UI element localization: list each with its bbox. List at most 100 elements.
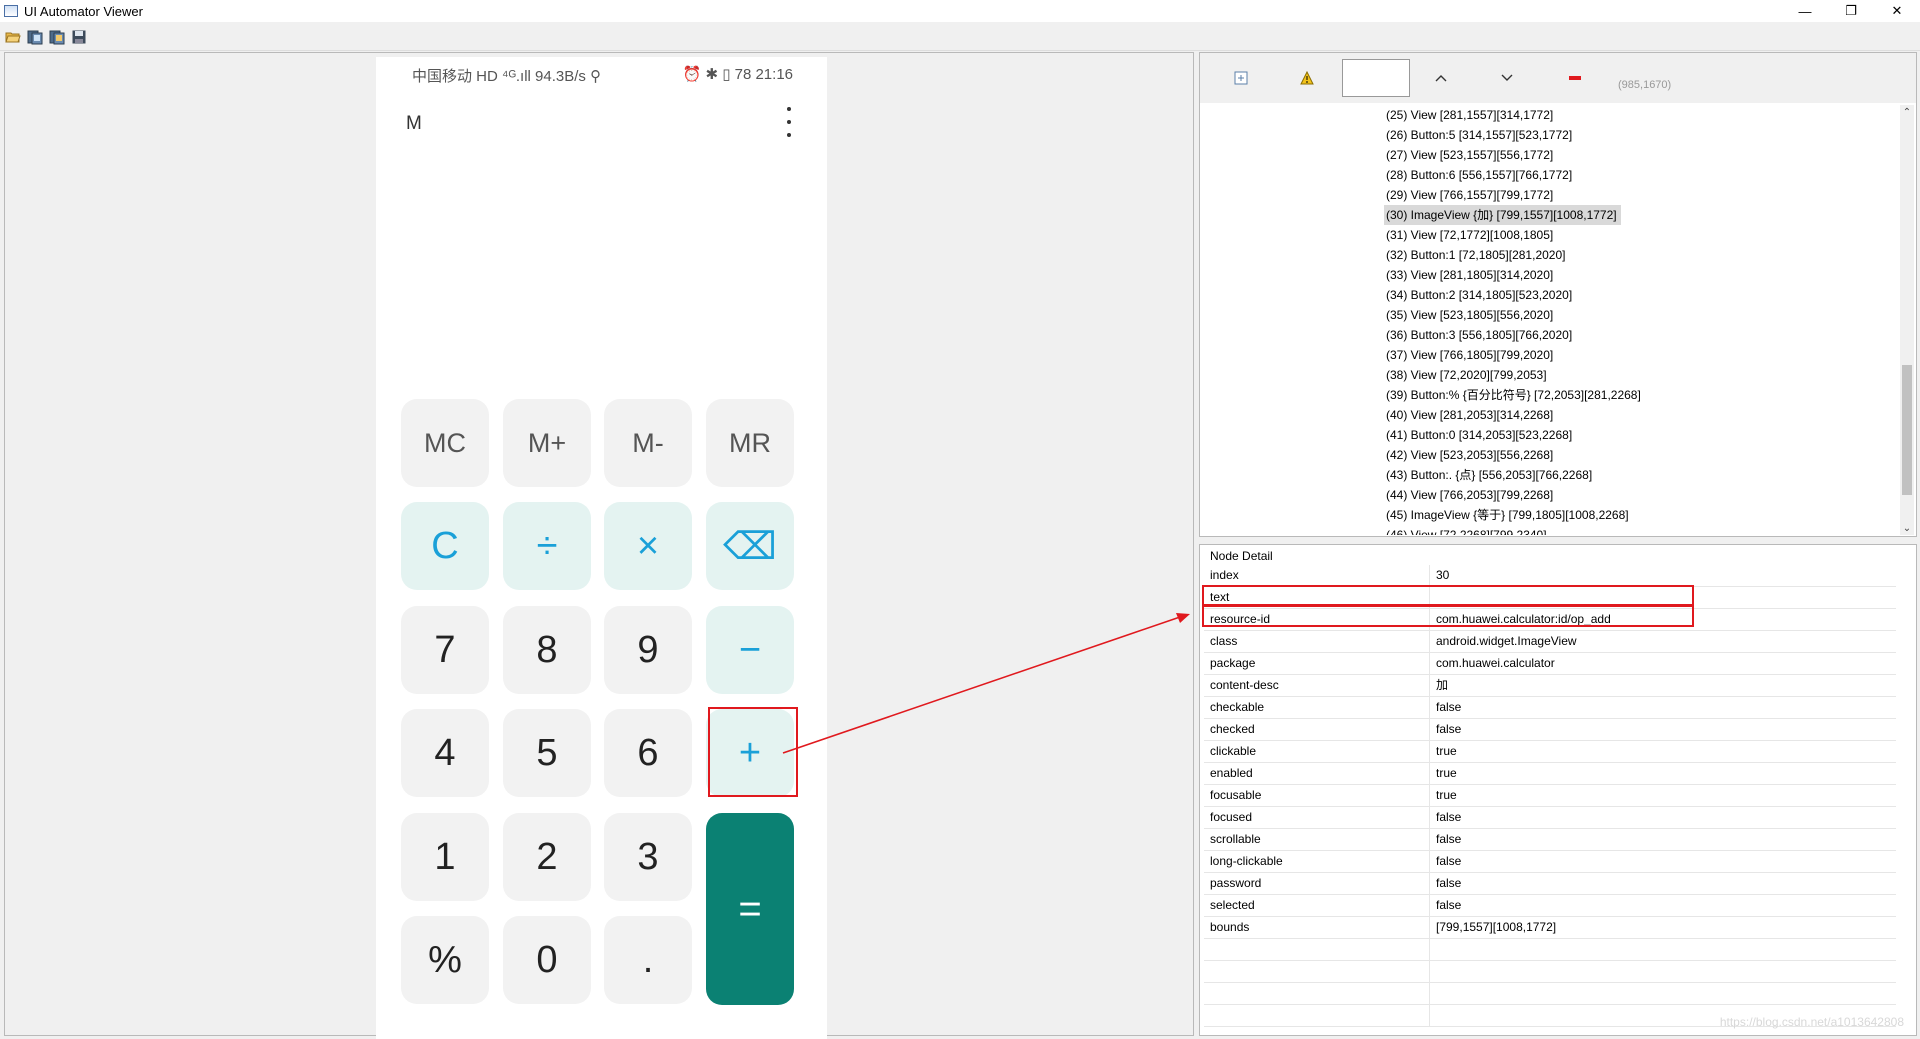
key-15[interactable]: + (706, 709, 794, 797)
tree-node[interactable]: (46) View [72,2268][799,2340] (1384, 525, 1904, 535)
node-detail-value (1430, 983, 1436, 1004)
minimize-button[interactable]: — (1782, 0, 1828, 22)
node-detail-row[interactable]: checkable false (1204, 697, 1896, 719)
node-detail-row[interactable] (1204, 939, 1896, 961)
tree-node[interactable]: (36) Button:3 [556,1805][766,2020] (1384, 325, 1904, 345)
tree-node[interactable]: (25) View [281,1557][314,1772] (1384, 105, 1904, 125)
node-detail-row[interactable]: enabled true (1204, 763, 1896, 785)
tree-node-label: (37) View [766,1805][799,2020] (1386, 348, 1554, 362)
expand-all-icon[interactable] (1232, 69, 1250, 87)
key-4[interactable]: C (401, 502, 489, 590)
tree-node[interactable]: (37) View [766,1805][799,2020] (1384, 345, 1904, 365)
node-detail-row[interactable]: class android.widget.ImageView (1204, 631, 1896, 653)
key-8[interactable]: 7 (401, 606, 489, 694)
tree-node[interactable]: (31) View [72,1772][1008,1805] (1384, 225, 1904, 245)
tree-node[interactable]: (45) ImageView {等于} [799,1805][1008,2268… (1384, 505, 1904, 525)
device-screenshot-icon[interactable] (26, 28, 44, 46)
node-detail-row[interactable]: resource-id com.huawei.calculator:id/op_a… (1204, 609, 1896, 631)
window-title: UI Automator Viewer (24, 3, 143, 19)
status-bar: 中国移动 HD ⁴ᴳ.ıll 94.3B/s ⚲ ⏰ ✱ ▯ 78 21:16 (376, 65, 827, 85)
tree-node[interactable]: (34) Button:2 [314,1805][523,2020] (1384, 285, 1904, 305)
key-6[interactable]: × (604, 502, 692, 590)
scroll-down-icon[interactable]: ⌄ (1900, 521, 1914, 535)
save-icon[interactable] (70, 28, 88, 46)
key-13[interactable]: 5 (503, 709, 591, 797)
tree-node[interactable]: (30) ImageView {加} [799,1557][1008,1772] (1384, 205, 1904, 225)
tree-node[interactable]: (26) Button:5 [314,1557][523,1772] (1384, 125, 1904, 145)
tree-node[interactable]: (42) View [523,2053][556,2268] (1384, 445, 1904, 465)
key-5[interactable]: ÷ (503, 502, 591, 590)
device-screenshot-compressed-icon[interactable] (48, 28, 66, 46)
tree-node[interactable]: (39) Button:% {百分比符号} [72,2053][281,2268… (1384, 385, 1904, 405)
node-detail-value (1430, 587, 1436, 608)
node-detail-key (1204, 983, 1430, 1004)
key-17[interactable]: 2 (503, 813, 591, 901)
key-7[interactable]: ⌫ (706, 502, 794, 590)
collapse-icon[interactable] (1566, 69, 1584, 87)
hierarchy-tree[interactable]: (25) View [281,1557][314,1772] (26) Butto… (1384, 105, 1904, 535)
node-detail-row[interactable]: text (1204, 587, 1896, 609)
node-detail-row[interactable]: focused false (1204, 807, 1896, 829)
scroll-thumb[interactable] (1902, 365, 1912, 495)
tree-node-label: (43) Button:. {点} [556,2053][766,2268] (1386, 468, 1593, 482)
node-detail-row[interactable]: checked false (1204, 719, 1896, 741)
node-detail-row[interactable]: scrollable false (1204, 829, 1896, 851)
chevron-down-icon[interactable] (1498, 69, 1516, 87)
tree-node[interactable]: (32) Button:1 [72,1805][281,2020] (1384, 245, 1904, 265)
chevron-up-icon[interactable] (1432, 69, 1450, 87)
key-3[interactable]: MR (706, 399, 794, 487)
node-detail-value: android.widget.ImageView (1436, 634, 1577, 648)
close-button[interactable]: ✕ (1874, 0, 1920, 22)
key-11[interactable]: − (706, 606, 794, 694)
node-detail-row[interactable]: content-desc 加 (1204, 675, 1896, 697)
tree-node[interactable]: (29) View [766,1557][799,1772] (1384, 185, 1904, 205)
window-controls: — ❐ ✕ (1782, 0, 1920, 22)
key-19[interactable]: % (401, 916, 489, 1004)
node-detail-row[interactable]: package com.huawei.calculator (1204, 653, 1896, 675)
node-detail-row[interactable]: clickable true (1204, 741, 1896, 763)
key-12[interactable]: 4 (401, 709, 489, 797)
node-detail-row[interactable]: long-clickable false (1204, 851, 1896, 873)
tree-node[interactable]: (27) View [523,1557][556,1772] (1384, 145, 1904, 165)
key-9[interactable]: 8 (503, 606, 591, 694)
tree-node[interactable]: (33) View [281,1805][314,2020] (1384, 265, 1904, 285)
tree-scrollbar[interactable]: ⌃ ⌄ (1900, 105, 1914, 535)
node-detail-row[interactable]: password false (1204, 873, 1896, 895)
warning-icon[interactable] (1298, 69, 1316, 87)
tree-node[interactable]: (40) View [281,2053][314,2268] (1384, 405, 1904, 425)
key-22[interactable]: = (706, 813, 794, 1005)
tree-node[interactable]: (38) View [72,2020][799,2053] (1384, 365, 1904, 385)
scroll-up-icon[interactable]: ⌃ (1900, 105, 1914, 119)
key-16[interactable]: 1 (401, 813, 489, 901)
node-detail-value: com.huawei.calculator (1436, 656, 1555, 670)
tree-node-label: (42) View [523,2053][556,2268] (1386, 448, 1554, 462)
key-20[interactable]: 0 (503, 916, 591, 1004)
tree-node[interactable]: (35) View [523,1805][556,2020] (1384, 305, 1904, 325)
node-detail-row[interactable]: focusable true (1204, 785, 1896, 807)
key-14[interactable]: 6 (604, 709, 692, 797)
key-21[interactable]: . (604, 916, 692, 1004)
node-detail-row[interactable]: selected false (1204, 895, 1896, 917)
key-0[interactable]: MC (401, 399, 489, 487)
filter-box[interactable] (1342, 59, 1410, 97)
more-options-icon[interactable] (787, 107, 791, 137)
key-1[interactable]: M+ (503, 399, 591, 487)
node-detail-row[interactable] (1204, 983, 1896, 1005)
open-icon[interactable] (4, 28, 22, 46)
key-2[interactable]: M- (604, 399, 692, 487)
node-detail-row[interactable]: bounds [799,1557][1008,1772] (1204, 917, 1896, 939)
node-detail-row[interactable] (1204, 961, 1896, 983)
key-10[interactable]: 9 (604, 606, 692, 694)
node-detail-value: false (1436, 876, 1462, 890)
node-detail-value: 加 (1436, 678, 1449, 692)
tree-node[interactable]: (44) View [766,2053][799,2268] (1384, 485, 1904, 505)
maximize-button[interactable]: ❐ (1828, 0, 1874, 22)
device-screenshot[interactable]: 中国移动 HD ⁴ᴳ.ıll 94.3B/s ⚲ ⏰ ✱ ▯ 78 21:16 … (376, 57, 827, 1039)
tree-node[interactable]: (43) Button:. {点} [556,2053][766,2268] (1384, 465, 1904, 485)
tree-node[interactable]: (41) Button:0 [314,2053][523,2268] (1384, 425, 1904, 445)
node-detail-row[interactable]: index 30 (1204, 565, 1896, 587)
tree-node[interactable]: (28) Button:6 [556,1557][766,1772] (1384, 165, 1904, 185)
node-detail-key (1204, 939, 1430, 960)
hierarchy-pane: (985,1670) (25) View [281,1557][314,1772… (1199, 52, 1917, 537)
key-18[interactable]: 3 (604, 813, 692, 901)
